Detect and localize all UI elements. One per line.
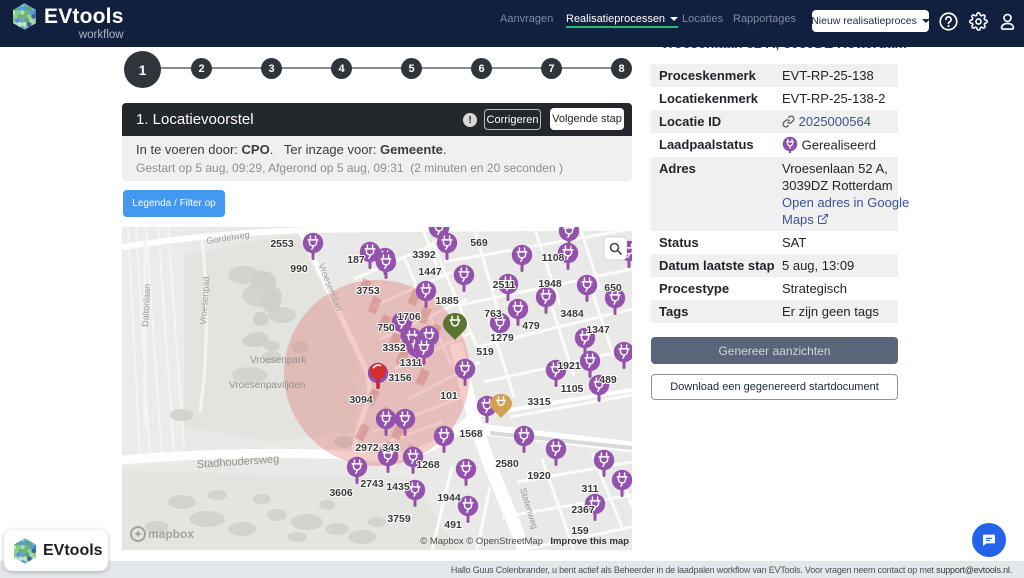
svg-text:3484: 3484 (560, 308, 584, 320)
svg-text:3094: 3094 (349, 394, 373, 406)
svg-text:650: 650 (604, 282, 622, 294)
svg-text:489: 489 (599, 374, 617, 386)
svg-text:2511: 2511 (493, 279, 516, 291)
svg-text:1268: 1268 (416, 459, 440, 471)
svg-text:2553: 2553 (270, 238, 294, 250)
svg-text:2743: 2743 (360, 478, 384, 490)
svg-text:1279: 1279 (490, 332, 514, 344)
svg-text:Improve this map: Improve this map (550, 536, 629, 547)
svg-text:1706: 1706 (397, 311, 421, 323)
svg-text:1108: 1108 (542, 252, 565, 264)
svg-text:3392: 3392 (412, 249, 436, 261)
svg-text:479: 479 (522, 320, 540, 332)
svg-text:1347: 1347 (586, 324, 610, 336)
svg-text:1920: 1920 (527, 470, 551, 482)
svg-text:Vroesenpaviljoen: Vroesenpaviljoen (229, 380, 305, 391)
svg-text:491: 491 (444, 519, 462, 531)
svg-text:1944: 1944 (437, 492, 461, 504)
svg-text:1311: 1311 (400, 357, 423, 369)
svg-text:3759: 3759 (387, 513, 411, 525)
svg-text:mapbox: mapbox (148, 527, 194, 541)
svg-text:3315: 3315 (527, 396, 551, 408)
svg-text:1435: 1435 (386, 481, 410, 493)
svg-text:343: 343 (382, 442, 400, 454)
svg-text:1948: 1948 (538, 278, 562, 290)
svg-text:3753: 3753 (356, 285, 380, 297)
svg-text:101: 101 (440, 390, 458, 402)
svg-text:1447: 1447 (418, 266, 442, 278)
svg-text:750: 750 (377, 322, 395, 334)
svg-text:3352: 3352 (382, 342, 406, 354)
svg-text:311: 311 (582, 483, 599, 495)
svg-text:© Mapbox © OpenStreetMap: © Mapbox © OpenStreetMap (420, 536, 543, 547)
svg-text:187: 187 (347, 254, 365, 266)
svg-text:2580: 2580 (495, 458, 519, 470)
svg-text:2972: 2972 (355, 442, 379, 454)
svg-text:763: 763 (484, 308, 502, 320)
svg-text:1568: 1568 (459, 428, 483, 440)
svg-text:Vroesenpark: Vroesenpark (250, 355, 307, 366)
svg-text:990: 990 (290, 263, 308, 275)
svg-text:569: 569 (470, 237, 488, 249)
svg-text:3156: 3156 (388, 372, 412, 384)
svg-text:3606: 3606 (329, 487, 353, 499)
svg-text:519: 519 (476, 346, 494, 358)
svg-text:1921: 1921 (557, 360, 581, 372)
svg-text:2367: 2367 (571, 504, 595, 516)
svg-text:1105: 1105 (561, 383, 584, 395)
svg-text:1885: 1885 (435, 295, 459, 307)
